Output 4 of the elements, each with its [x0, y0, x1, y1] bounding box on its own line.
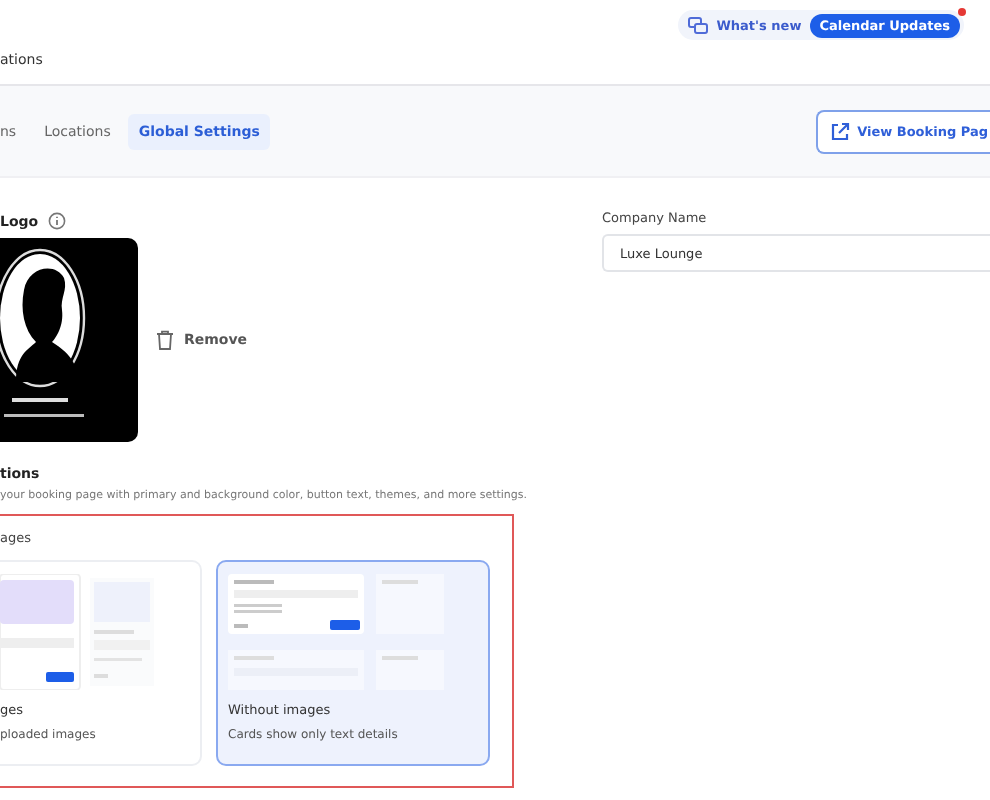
external-link-icon [829, 121, 850, 141]
chat-icon [688, 15, 709, 35]
trash-icon [156, 330, 174, 350]
info-icon [48, 212, 67, 230]
